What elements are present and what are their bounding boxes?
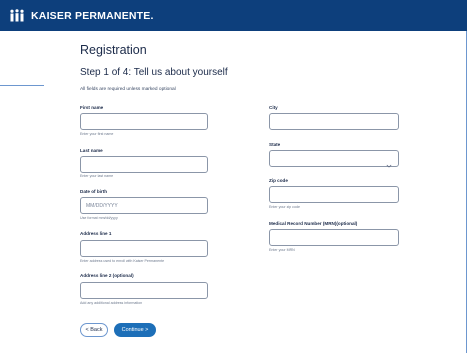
last-name-label: Last name xyxy=(80,148,103,153)
dob-label: Date of birth xyxy=(80,189,108,194)
address1-label: Address line 1 xyxy=(80,231,112,236)
first-name-label: First name xyxy=(80,105,104,110)
first-name-input[interactable] xyxy=(80,113,208,130)
top-header: KAISER PERMANENTE. xyxy=(0,0,467,31)
continue-button[interactable]: Continue > xyxy=(114,323,156,337)
chevron-down-icon xyxy=(386,156,392,168)
last-name-input[interactable] xyxy=(80,156,208,173)
city-label: City xyxy=(269,105,278,110)
state-label: State xyxy=(269,142,281,147)
zip-label: Zip code xyxy=(269,178,288,183)
zip-help: Enter your zip code xyxy=(269,205,300,209)
mrn-label: Medical Record Number (MRN)(optional) xyxy=(269,221,358,226)
logo-text: KAISER PERMANENTE. xyxy=(31,9,154,22)
mrn-help: Enter your MRN xyxy=(269,248,295,252)
brand-logo[interactable]: KAISER PERMANENTE. xyxy=(9,9,154,22)
kaiser-people-icon xyxy=(9,9,25,22)
back-button[interactable]: < Back xyxy=(80,323,108,337)
dob-placeholder: MM/DD/YYYY xyxy=(86,203,118,209)
address2-input[interactable] xyxy=(80,282,208,299)
step-heading: Step 1 of 4: Tell us about yourself xyxy=(80,67,228,78)
address2-help: Add any additional address information xyxy=(80,301,143,305)
mrn-input[interactable] xyxy=(269,229,399,246)
page-title: Registration xyxy=(80,43,147,57)
zip-input[interactable] xyxy=(269,186,399,203)
last-name-help: Enter your last name xyxy=(80,174,114,178)
first-name-help: Enter your first name xyxy=(80,132,114,136)
address1-help: Enter address used to enroll with Kaiser… xyxy=(80,259,165,263)
address1-input[interactable] xyxy=(80,240,208,257)
state-select[interactable] xyxy=(269,150,399,168)
dob-help: Use format mm/dd/yyyy xyxy=(80,216,118,220)
dob-input[interactable]: MM/DD/YYYY xyxy=(80,197,208,214)
accent-line xyxy=(0,85,44,86)
city-input[interactable] xyxy=(269,113,399,130)
address2-label: Address line 2 (optional) xyxy=(80,273,134,278)
required-note: All fields are required unless marked op… xyxy=(80,87,176,92)
